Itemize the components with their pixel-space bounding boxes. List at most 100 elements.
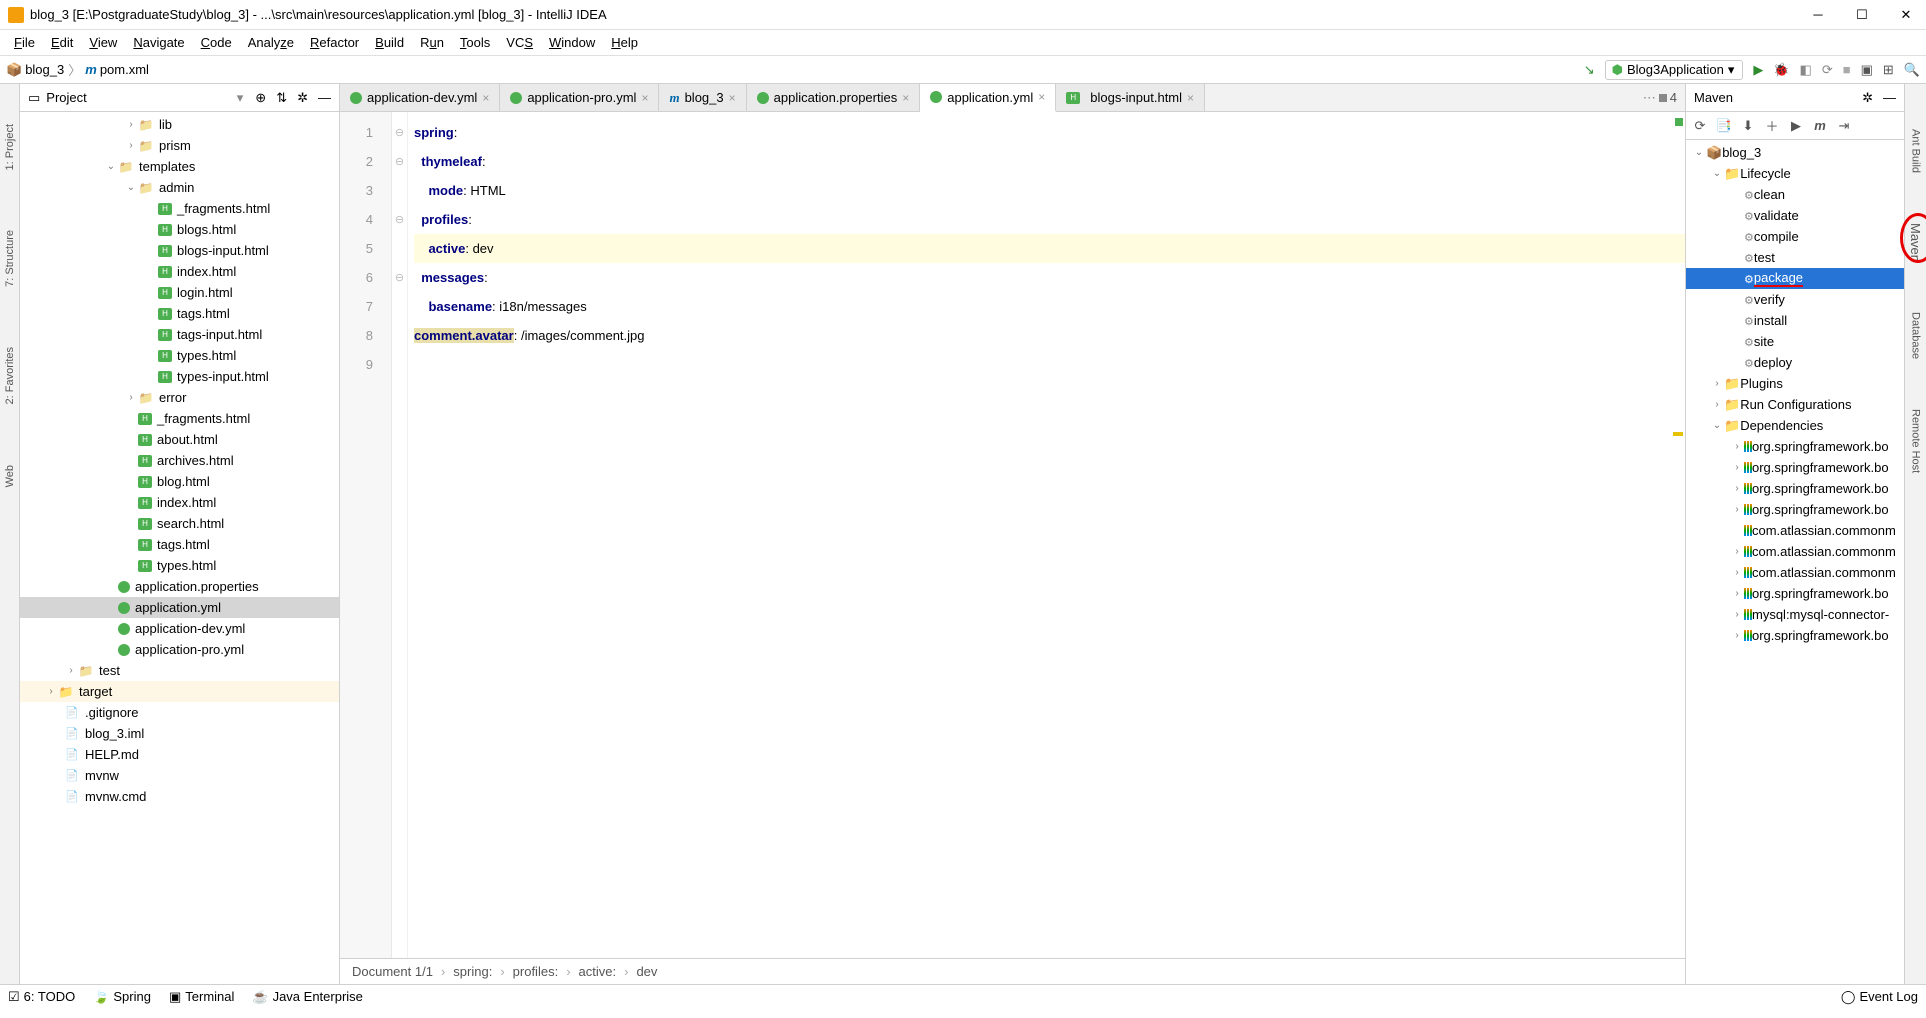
- locate-icon[interactable]: ⊕: [255, 90, 266, 106]
- left-tab-favorites[interactable]: 2: Favorites: [4, 347, 16, 404]
- code-content[interactable]: spring: thymeleaf: mode: HTML profiles: …: [408, 112, 1685, 958]
- tree-item-appdev[interactable]: application-dev.yml: [20, 618, 339, 639]
- stop-button[interactable]: ■: [1843, 62, 1851, 77]
- run-config-selector[interactable]: ⬢ Blog3Application ▾: [1605, 60, 1744, 80]
- run-icon[interactable]: ▶: [1788, 118, 1804, 134]
- crumb-project[interactable]: 📦 blog_3: [6, 62, 64, 78]
- tree-item-fragments[interactable]: _fragments.html: [20, 198, 339, 219]
- maven-clean[interactable]: clean: [1686, 184, 1904, 205]
- tree-item-mvnw[interactable]: mvnw: [20, 765, 339, 786]
- left-tab-structure[interactable]: 7: Structure: [4, 230, 16, 287]
- maven-test[interactable]: test: [1686, 247, 1904, 268]
- profile-button[interactable]: ⟳: [1822, 62, 1833, 78]
- tree-item-rindex[interactable]: index.html: [20, 492, 339, 513]
- menu-navigate[interactable]: Navigate: [125, 33, 192, 52]
- maven-project[interactable]: ⌄📦 blog_3: [1686, 142, 1904, 163]
- menu-tools[interactable]: Tools: [452, 33, 498, 52]
- tree-item-login[interactable]: login.html: [20, 282, 339, 303]
- project-view-icon[interactable]: ▭: [28, 90, 40, 106]
- tree-item-iml[interactable]: blog_3.iml: [20, 723, 339, 744]
- right-tab-ant[interactable]: Ant Build: [1910, 129, 1922, 173]
- coverage-button[interactable]: ◧: [1800, 62, 1812, 78]
- menu-window[interactable]: Window: [541, 33, 603, 52]
- right-tab-remotehost[interactable]: Remote Host: [1910, 409, 1922, 473]
- tree-item-apppro[interactable]: application-pro.yml: [20, 639, 339, 660]
- dropdown-icon[interactable]: ▾: [237, 90, 244, 106]
- close-icon[interactable]: ×: [729, 91, 736, 105]
- tree-item-typesinput[interactable]: types-input.html: [20, 366, 339, 387]
- close-icon[interactable]: ×: [1038, 90, 1045, 104]
- tab-overflow[interactable]: ⋯4: [1635, 84, 1685, 111]
- maven-validate[interactable]: validate: [1686, 205, 1904, 226]
- maven-dep8[interactable]: › org.springframework.bo: [1686, 583, 1904, 604]
- maven-runconfigs[interactable]: ›📁 Run Configurations: [1686, 394, 1904, 415]
- close-icon[interactable]: ×: [1187, 91, 1194, 105]
- crumb-file[interactable]: m pom.xml: [85, 62, 149, 77]
- maven-dep1[interactable]: › org.springframework.bo: [1686, 436, 1904, 457]
- tree-item-appprops[interactable]: application.properties: [20, 576, 339, 597]
- menu-file[interactable]: File: [6, 33, 43, 52]
- maven-dep7[interactable]: › com.atlassian.commonm: [1686, 562, 1904, 583]
- maven-dep9[interactable]: › mysql:mysql-connector-: [1686, 604, 1904, 625]
- tree-item-rfragments[interactable]: _fragments.html: [20, 408, 339, 429]
- debug-button[interactable]: 🐞: [1773, 62, 1789, 78]
- hide-icon[interactable]: —: [318, 90, 331, 106]
- tree-item-target[interactable]: ›target: [20, 681, 339, 702]
- menu-edit[interactable]: Edit: [43, 33, 81, 52]
- toggle-icon[interactable]: ⇥: [1836, 118, 1852, 134]
- tree-item-types[interactable]: types.html: [20, 345, 339, 366]
- right-tab-maven[interactable]: Maven: [1908, 223, 1923, 262]
- settings-button[interactable]: ⊞: [1883, 62, 1894, 78]
- crumb-profiles[interactable]: profiles:: [513, 964, 559, 979]
- tree-item-blogs[interactable]: blogs.html: [20, 219, 339, 240]
- menu-build[interactable]: Build: [367, 33, 412, 52]
- tree-item-rtypes[interactable]: types.html: [20, 555, 339, 576]
- crumb-spring[interactable]: spring:: [453, 964, 492, 979]
- maven-install[interactable]: install: [1686, 310, 1904, 331]
- generate-icon[interactable]: 📑: [1716, 118, 1732, 134]
- menu-analyze[interactable]: Analyze: [240, 33, 302, 52]
- maven-m-icon[interactable]: m: [1812, 118, 1828, 134]
- menu-run[interactable]: Run: [412, 33, 452, 52]
- right-tab-database[interactable]: Database: [1910, 312, 1922, 359]
- settings-icon[interactable]: ✲: [297, 90, 308, 106]
- tree-item-blogsinput[interactable]: blogs-input.html: [20, 240, 339, 261]
- tree-item-lib[interactable]: ›lib: [20, 114, 339, 135]
- maven-tree[interactable]: ⌄📦 blog_3 ⌄📁 Lifecycle clean validate co…: [1686, 140, 1904, 984]
- maven-compile[interactable]: compile: [1686, 226, 1904, 247]
- tree-item-gitignore[interactable]: .gitignore: [20, 702, 339, 723]
- close-icon[interactable]: ×: [641, 91, 648, 105]
- tab-blogsinput[interactable]: blogs-input.html×: [1056, 84, 1205, 111]
- run-button[interactable]: ▶: [1753, 62, 1763, 78]
- tool-jee[interactable]: ☕ Java Enterprise: [252, 989, 363, 1005]
- editor-body[interactable]: 123456789 ⊖⊖⊖⊖ spring: thymeleaf: mode: …: [340, 112, 1685, 958]
- tab-appdev[interactable]: application-dev.yml×: [340, 84, 500, 111]
- maximize-button[interactable]: ☐: [1850, 3, 1874, 27]
- hide-icon[interactable]: —: [1883, 90, 1896, 106]
- project-panel-title[interactable]: Project: [46, 90, 236, 105]
- fold-gutter[interactable]: ⊖⊖⊖⊖: [392, 112, 408, 958]
- maven-dep6[interactable]: › com.atlassian.commonm: [1686, 541, 1904, 562]
- tree-item-mvnwcmd[interactable]: mvnw.cmd: [20, 786, 339, 807]
- close-icon[interactable]: ×: [482, 91, 489, 105]
- menu-help[interactable]: Help: [603, 33, 646, 52]
- minimize-button[interactable]: ─: [1806, 3, 1830, 27]
- tree-item-index[interactable]: index.html: [20, 261, 339, 282]
- tool-terminal[interactable]: ▣ Terminal: [169, 989, 234, 1005]
- tree-item-appyml[interactable]: application.yml: [20, 597, 339, 618]
- tool-spring[interactable]: 🍃 Spring: [93, 989, 151, 1005]
- maven-plugins[interactable]: ›📁 Plugins: [1686, 373, 1904, 394]
- tree-item-help[interactable]: HELP.md: [20, 744, 339, 765]
- build-icon[interactable]: ↘: [1584, 62, 1595, 78]
- tree-item-templates[interactable]: ⌄templates: [20, 156, 339, 177]
- tree-item-blog[interactable]: blog.html: [20, 471, 339, 492]
- maven-dep3[interactable]: › org.springframework.bo: [1686, 478, 1904, 499]
- tree-item-about[interactable]: about.html: [20, 429, 339, 450]
- maven-lifecycle[interactable]: ⌄📁 Lifecycle: [1686, 163, 1904, 184]
- maven-site[interactable]: site: [1686, 331, 1904, 352]
- tab-appprops[interactable]: application.properties×: [747, 84, 921, 111]
- tree-item-admin[interactable]: ⌄admin: [20, 177, 339, 198]
- menu-code[interactable]: Code: [193, 33, 240, 52]
- close-icon[interactable]: ×: [902, 91, 909, 105]
- tree-item-tags[interactable]: tags.html: [20, 303, 339, 324]
